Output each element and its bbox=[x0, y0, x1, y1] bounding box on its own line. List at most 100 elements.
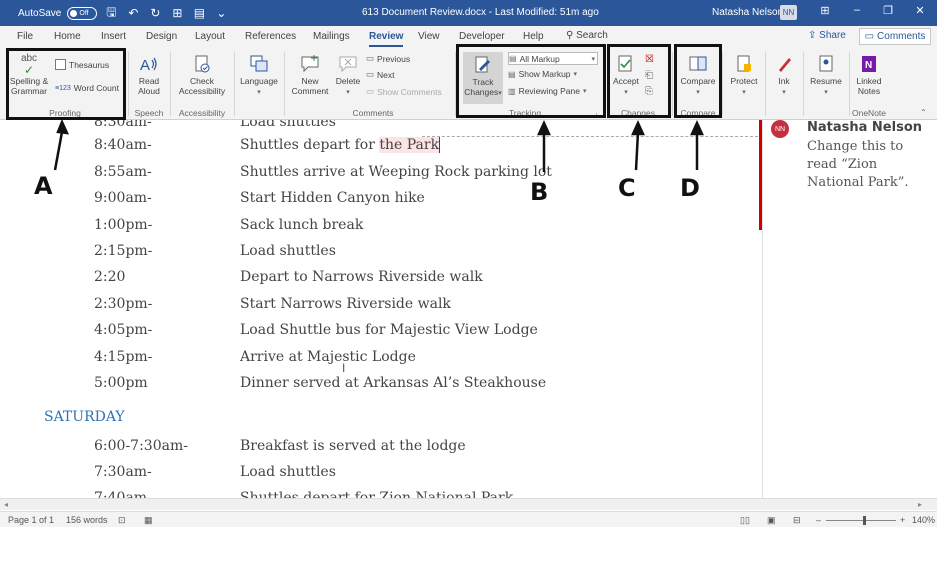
schedule-time: 4:05pm- bbox=[94, 322, 153, 338]
save-icon[interactable]: 🖫 bbox=[103, 3, 119, 24]
document-title: 613 Document Review.docx - Last Modified… bbox=[362, 7, 599, 18]
delete-comment-icon bbox=[339, 56, 357, 73]
word-count[interactable]: 156 words bbox=[66, 515, 108, 525]
onenote-icon: N bbox=[862, 56, 876, 72]
user-avatar[interactable]: NN bbox=[780, 5, 797, 20]
zoom-slider[interactable] bbox=[826, 520, 896, 521]
macro-recording-icon[interactable]: ▦ bbox=[144, 515, 153, 526]
next-comment-icon: ▭ bbox=[366, 69, 375, 79]
schedule-time: 2:20 bbox=[94, 269, 126, 285]
comment-author: Natasha Nelson bbox=[807, 120, 923, 135]
schedule-event: Load Shuttle bus for Majestic View Lodge bbox=[240, 322, 538, 338]
highlight-box-d bbox=[674, 44, 722, 118]
protect-icon bbox=[737, 55, 751, 72]
zoom-level[interactable]: 140% bbox=[912, 515, 935, 525]
schedule-event: Dinner served at Arkansas Al’s Steakhous… bbox=[240, 375, 547, 391]
search-box[interactable]: ⚲ Search bbox=[566, 30, 608, 41]
previous-comment-button[interactable]: ▭ Previous bbox=[366, 53, 410, 64]
schedule-event: Start Narrows Riverside walk bbox=[240, 296, 451, 312]
svg-text:N: N bbox=[865, 60, 872, 71]
schedule-event: Start Hidden Canyon hike bbox=[240, 190, 425, 206]
arrow-c-icon bbox=[634, 131, 640, 171]
tab-file[interactable]: File bbox=[17, 31, 33, 42]
protect-button[interactable]: Protect ▾ bbox=[726, 54, 762, 98]
collapse-ribbon-icon[interactable]: ⌃ bbox=[920, 108, 927, 117]
annotation-arrows bbox=[53, 118, 704, 172]
page-count[interactable]: Page 1 of 1 bbox=[8, 515, 54, 525]
comment-author-avatar: NN bbox=[771, 120, 789, 138]
web-layout-icon[interactable]: ⊟ bbox=[793, 515, 801, 526]
share-icon: ⇪ bbox=[808, 30, 817, 41]
tab-insert[interactable]: Insert bbox=[101, 31, 126, 42]
tab-help[interactable]: Help bbox=[523, 31, 544, 42]
language-icon bbox=[250, 55, 268, 72]
resume-assistant-button[interactable]: Resume ▾ bbox=[807, 54, 845, 98]
print-layout-icon[interactable]: ▣ bbox=[767, 515, 776, 526]
restore-button[interactable]: ❐ bbox=[878, 4, 898, 20]
schedule-time: 2:30pm- bbox=[94, 296, 153, 312]
group-label-onenote: OneNote bbox=[851, 108, 887, 118]
show-comments-icon: ▭ bbox=[366, 86, 375, 96]
arrow-a-icon bbox=[53, 131, 64, 171]
tab-references[interactable]: References bbox=[245, 31, 296, 42]
scroll-left-icon[interactable]: ◂ bbox=[4, 500, 8, 509]
autosave-label: AutoSave bbox=[18, 7, 62, 19]
read-mode-icon[interactable]: ▯▯ bbox=[740, 515, 750, 526]
scroll-right-icon[interactable]: ▸ bbox=[918, 500, 922, 509]
tab-developer[interactable]: Developer bbox=[459, 31, 505, 42]
touch-mode-icon[interactable]: ⊞ bbox=[169, 6, 185, 20]
schedule-event: Shuttles depart for Zion National Park bbox=[240, 490, 514, 498]
status-bar: Page 1 of 1 156 words ⊡ ▦ ▯▯ ▣ ⊟ – + 140… bbox=[0, 511, 937, 527]
print-preview-icon[interactable]: ▤ bbox=[191, 6, 207, 20]
linked-notes-button[interactable]: N Linked Notes bbox=[852, 54, 886, 96]
accessibility-icon bbox=[195, 55, 210, 73]
share-button[interactable]: ⇪ Share bbox=[808, 30, 846, 41]
tab-home[interactable]: Home bbox=[54, 31, 81, 42]
schedule-time: 4:15pm- bbox=[94, 349, 153, 365]
tab-view[interactable]: View bbox=[418, 31, 440, 42]
proofing-status-icon[interactable]: ⊡ bbox=[118, 515, 126, 526]
tab-review[interactable]: Review bbox=[369, 31, 404, 47]
user-name[interactable]: Natasha Nelson bbox=[712, 7, 783, 18]
language-button[interactable]: Language ▾ bbox=[238, 54, 280, 98]
undo-icon[interactable]: ↶ bbox=[125, 6, 141, 20]
minimize-button[interactable]: – bbox=[847, 4, 867, 20]
customize-toolbar-icon[interactable]: ⌄ bbox=[213, 6, 229, 20]
ribbon-display-options-icon[interactable]: ⊞ bbox=[815, 4, 835, 20]
read-aloud-button[interactable]: A Read Aloud bbox=[132, 54, 166, 96]
schedule-time: 9:00am- bbox=[94, 190, 152, 206]
new-comment-icon bbox=[301, 55, 319, 73]
zoom-slider-thumb[interactable] bbox=[863, 516, 866, 525]
highlight-box-b bbox=[456, 44, 606, 118]
zoom-in-button[interactable]: + bbox=[900, 515, 905, 525]
horizontal-scrollbar[interactable]: ◂ ▸ bbox=[0, 498, 937, 510]
autosave-toggle[interactable]: Off bbox=[67, 6, 98, 20]
arrow-a-head-icon bbox=[56, 118, 70, 135]
arrow-b-head-icon bbox=[537, 119, 551, 136]
tab-design[interactable]: Design bbox=[146, 31, 177, 42]
svg-text:A: A bbox=[140, 57, 150, 74]
comment-text[interactable]: Change this to read “Zion National Park”… bbox=[807, 138, 937, 192]
schedule-time: 6:00-7:30am- bbox=[94, 438, 188, 454]
tab-layout[interactable]: Layout bbox=[195, 31, 225, 42]
check-accessibility-button[interactable]: Check Accessibility bbox=[174, 54, 230, 96]
zoom-out-button[interactable]: – bbox=[816, 515, 821, 525]
new-comment-button[interactable]: New Comment bbox=[288, 54, 332, 96]
read-aloud-icon: A bbox=[140, 57, 157, 74]
schedule-time: 7:30am- bbox=[94, 464, 152, 480]
schedule-time: 1:00pm- bbox=[94, 217, 153, 233]
schedule-time: 7:40am- bbox=[94, 490, 152, 498]
schedule-event: Arrive at Majestic Lodge bbox=[240, 349, 416, 365]
tab-mailings[interactable]: Mailings bbox=[313, 31, 350, 42]
next-comment-button[interactable]: ▭ Next bbox=[366, 69, 395, 80]
search-icon: ⚲ bbox=[566, 30, 574, 41]
close-button[interactable]: ✕ bbox=[910, 4, 930, 20]
comment-icon: ▭ bbox=[864, 31, 875, 42]
ink-pen-icon bbox=[779, 58, 791, 72]
show-comments-button[interactable]: ▭ Show Comments bbox=[366, 86, 442, 97]
ink-button[interactable]: Ink ▾ bbox=[769, 54, 799, 98]
delete-comment-button[interactable]: Delete ▾ bbox=[334, 54, 362, 98]
arrow-d-head-icon bbox=[690, 119, 704, 136]
redo-icon[interactable]: ↻ bbox=[147, 6, 163, 20]
comments-button[interactable]: ▭ Comments bbox=[859, 28, 931, 45]
